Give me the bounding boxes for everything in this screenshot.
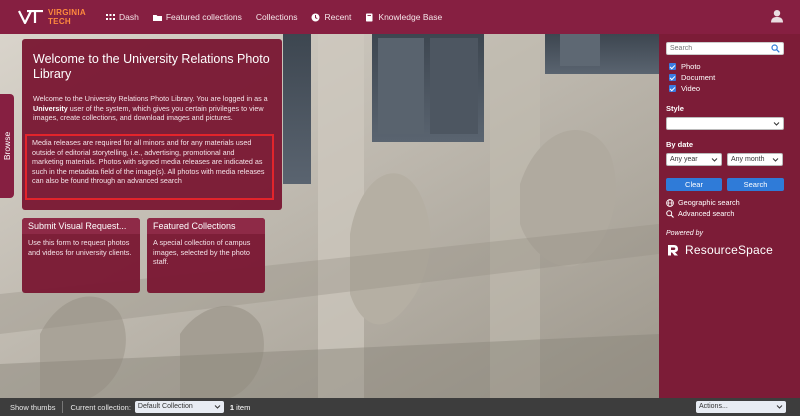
nav-collections-label: Collections (255, 12, 298, 22)
date-filters: Any year Any month (666, 153, 793, 166)
month-select[interactable]: Any month (727, 153, 783, 166)
search-sidebar: Photo Document Video Style By date Any y… (659, 34, 800, 398)
chevron-down-icon (214, 405, 221, 409)
chevron-down-icon (772, 158, 779, 162)
search-icon[interactable] (771, 44, 780, 53)
actions-value: Actions... (699, 403, 728, 410)
main-nav: Dash Featured collections Collections Re… (105, 12, 442, 22)
featured-collections-tile[interactable]: Featured Collections A special collectio… (147, 218, 265, 293)
media-release-text: Media releases are required for all mino… (32, 138, 265, 186)
nav-knowledge-base-label: Knowledge Base (378, 12, 443, 22)
checkbox-checked[interactable] (669, 63, 676, 70)
nav-collections[interactable]: Collections (256, 12, 298, 22)
checkbox-checked[interactable] (669, 85, 676, 92)
welcome-intro-start: Welcome to the University Relations Phot… (33, 94, 268, 103)
by-date-label: By date (666, 140, 694, 149)
clock-icon (311, 13, 320, 22)
submit-visual-request-tile[interactable]: Submit Visual Request... Use this form t… (22, 218, 140, 293)
logo-text-line2: TECH (48, 17, 71, 26)
top-header: VIRGINIA TECH Dash Featured collections … (0, 0, 800, 34)
welcome-intro-bold: University (33, 103, 68, 113)
year-value: Any year (670, 156, 698, 163)
browse-tab-label: Browse (2, 131, 12, 161)
welcome-title: Welcome to the University Relations Phot… (33, 52, 270, 81)
user-icon[interactable] (770, 9, 784, 23)
search-buttons: Clear Search (666, 178, 793, 191)
nav-recent-label: Recent (324, 12, 352, 22)
nav-dash[interactable]: Dash (105, 12, 139, 22)
tile-title: Featured Collections (147, 218, 265, 234)
logo-text-line1: VIRGINIA (48, 8, 86, 17)
actions-select[interactable]: Actions... (696, 401, 786, 413)
collection-count-number: 1 (229, 402, 235, 412)
globe-icon (666, 198, 674, 207)
welcome-intro-end: user of the system, which gives you cert… (33, 103, 264, 123)
tile-body: Use this form to request photos and vide… (28, 238, 132, 257)
search-button[interactable]: Search (727, 178, 784, 191)
advanced-search-label: Advanced search (678, 209, 735, 218)
nav-featured-collections[interactable]: Featured collections (152, 12, 242, 22)
collection-bar: Show thumbs Current collection: Default … (0, 398, 800, 416)
collection-select[interactable]: Default Collection (134, 401, 224, 413)
document-filter[interactable]: Document (669, 72, 793, 83)
checkbox-checked[interactable] (669, 74, 676, 81)
show-thumbs-toggle[interactable]: Show thumbs (10, 403, 55, 412)
advanced-search-link[interactable]: Advanced search (666, 209, 793, 218)
browse-tab[interactable]: Browse (0, 94, 14, 198)
nav-dash-label: Dash (118, 12, 139, 22)
collection-count: 1 item (230, 403, 250, 412)
logo-text: VIRGINIA TECH (48, 8, 86, 26)
document-filter-label: Document (681, 73, 716, 82)
nav-recent[interactable]: Recent (311, 12, 351, 22)
style-select[interactable] (666, 117, 784, 130)
grid-icon (105, 13, 115, 22)
style-label: Style (666, 104, 684, 113)
resourcespace-label: ResourceSpace (685, 243, 773, 257)
powered-by-label: Powered by (666, 230, 703, 237)
folder-icon (152, 13, 162, 22)
nav-knowledge-base[interactable]: Knowledge Base (365, 12, 442, 22)
divider (62, 401, 64, 413)
welcome-intro: Welcome to the University Relations Phot… (33, 94, 271, 123)
video-filter[interactable]: Video (669, 83, 793, 94)
virginia-tech-logo[interactable]: VIRGINIA TECH (18, 8, 86, 26)
geographic-search-label: Geographic search (678, 198, 740, 207)
media-release-notice: Media releases are required for all mino… (25, 134, 274, 200)
chevron-down-icon (776, 405, 783, 409)
search-input[interactable] (667, 43, 767, 54)
search-box (666, 42, 784, 55)
year-select[interactable]: Any year (666, 153, 722, 166)
collection-count-unit: item (236, 402, 251, 412)
chevron-down-icon (773, 122, 780, 126)
resourcespace-logo[interactable]: ResourceSpace (666, 243, 793, 257)
chevron-down-icon (711, 158, 718, 162)
video-filter-label: Video (681, 84, 701, 93)
search-plus-icon (666, 209, 674, 218)
photo-filter[interactable]: Photo (669, 61, 793, 72)
photo-filter-label: Photo (681, 62, 701, 71)
month-value: Any month (731, 156, 765, 163)
current-collection-label: Current collection: (70, 402, 131, 412)
geographic-search-link[interactable]: Geographic search (666, 198, 793, 207)
nav-featured-collections-label: Featured collections (165, 12, 242, 22)
resource-type-filters: Photo Document Video (666, 61, 793, 94)
book-icon (365, 13, 374, 22)
clear-button[interactable]: Clear (666, 178, 722, 191)
tile-title: Submit Visual Request... (22, 218, 140, 234)
tile-body: A special collection of campus images, s… (153, 238, 251, 266)
vt-logo-icon (18, 10, 43, 24)
collection-value: Default Collection (137, 403, 193, 410)
resourcespace-logo-icon (668, 245, 678, 256)
